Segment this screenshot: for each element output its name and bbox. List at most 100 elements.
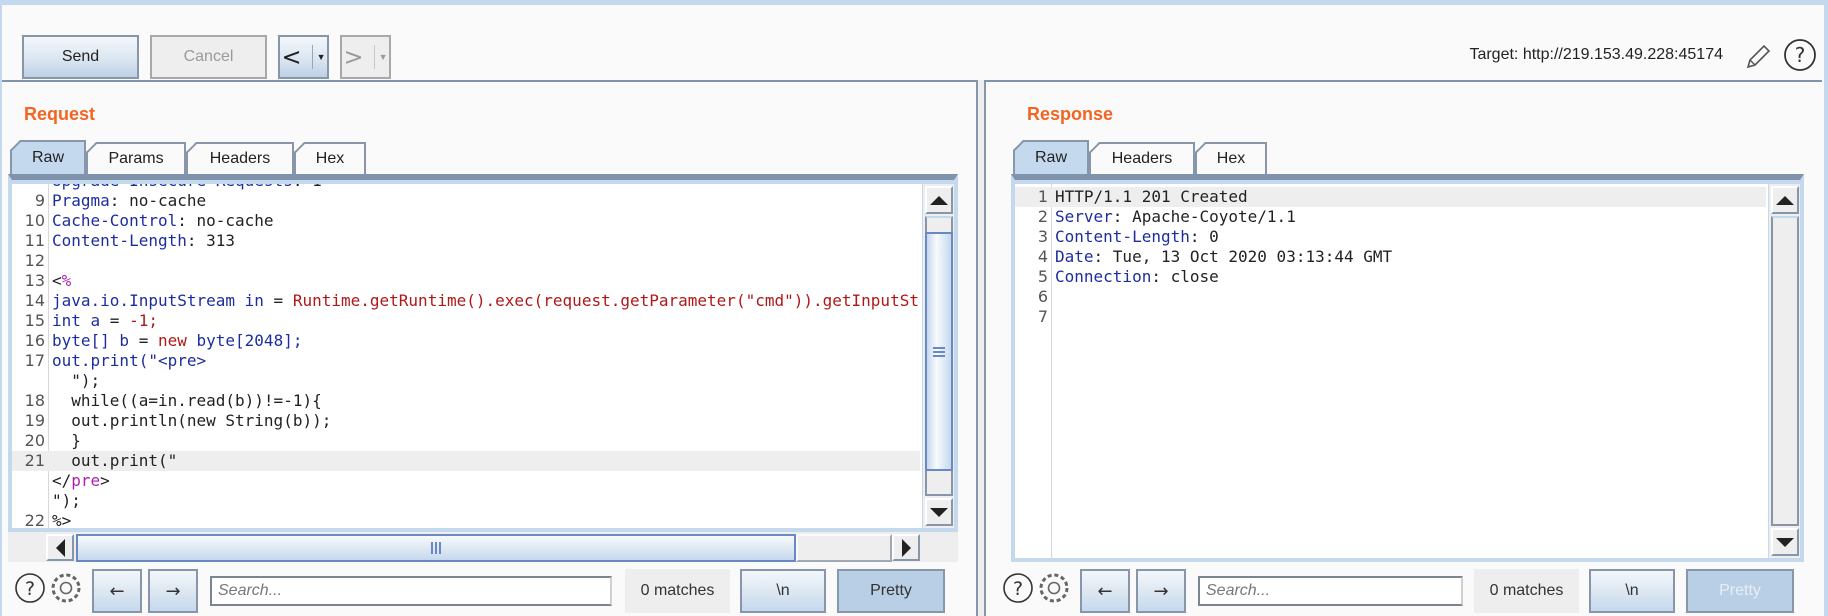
scroll-up-button[interactable]	[925, 186, 953, 214]
dropdown-arrow-icon[interactable]: ▼	[317, 52, 326, 62]
line-number: 10	[24, 211, 45, 230]
scroll-thumb[interactable]	[925, 232, 953, 471]
line-text: Connection: close	[1055, 267, 1219, 286]
search-next-button[interactable]: →	[1136, 569, 1186, 613]
response-text-area[interactable]: 1 HTTP/1.1 201 Created 2 Server: Apache-Coy…	[1015, 184, 1766, 558]
line-number: 22	[24, 511, 45, 528]
tab-params[interactable]: Params	[86, 142, 186, 174]
code-line[interactable]: 21 out.print("	[12, 451, 920, 471]
search-next-button[interactable]: →	[148, 569, 198, 613]
history-back-button[interactable]: < ▼	[278, 35, 329, 79]
help-icon[interactable]: ?	[14, 572, 46, 604]
code-line[interactable]: 9 Pragma: no-cache	[12, 191, 920, 211]
send-button[interactable]: Send	[22, 35, 139, 79]
request-vertical-scrollbar[interactable]	[922, 184, 954, 528]
chevron-right-icon: >	[343, 43, 364, 71]
line-text: Pragma: no-cache	[52, 191, 207, 210]
response-title: Response	[1027, 104, 1114, 124]
arrow-left-icon: ←	[1097, 580, 1113, 602]
code-line[interactable]: 19 out.println(new String(b));	[12, 411, 920, 431]
request-panel: Request Raw Params Headers Hex Upgrade-I…	[2, 80, 978, 616]
scroll-down-button[interactable]	[925, 498, 953, 526]
code-line[interactable]: Upgrade-Insecure-Requests: 1	[12, 184, 920, 191]
pencil-icon[interactable]	[1743, 42, 1773, 72]
scroll-left-button[interactable]	[46, 534, 74, 561]
chevron-left-icon: <	[281, 43, 302, 71]
tab-headers[interactable]: Headers	[186, 142, 294, 174]
code-line[interactable]: 2 Server: Apache-Coyote/1.1	[1015, 207, 1766, 227]
line-number: 7	[1037, 307, 1048, 326]
code-line[interactable]: 1 HTTP/1.1 201 Created	[1015, 187, 1766, 207]
code-line[interactable]: 17 out.print("<pre>	[12, 351, 920, 371]
code-line[interactable]: 20 }	[12, 431, 920, 451]
gear-icon[interactable]	[1038, 572, 1070, 604]
help-icon[interactable]: ?	[1783, 38, 1817, 72]
scroll-down-button[interactable]	[1771, 528, 1799, 556]
line-text: int a = -1;	[52, 311, 158, 330]
search-previous-button[interactable]: ←	[1080, 569, 1130, 613]
scroll-track[interactable]	[796, 534, 892, 562]
code-line[interactable]: 18 while((a=in.read(b))!=-1){	[12, 391, 920, 411]
line-number: 4	[1037, 247, 1048, 266]
scroll-right-button[interactable]	[892, 534, 920, 561]
scroll-track[interactable]	[1771, 216, 1799, 526]
request-editor[interactable]: Upgrade-Insecure-Requests: 1 9 Pragma: no-…	[8, 174, 958, 532]
code-line[interactable]: 15 int a = -1;	[12, 311, 920, 331]
code-line[interactable]: 12	[12, 251, 920, 271]
request-horizontal-scrollbar[interactable]	[8, 532, 958, 562]
history-forward-button[interactable]: > ▼	[340, 35, 391, 79]
code-line[interactable]: ");	[12, 371, 920, 391]
line-number: 11	[24, 231, 45, 250]
code-line[interactable]: 3 Content-Length: 0	[1015, 227, 1766, 247]
arrow-right-icon: →	[165, 580, 181, 602]
code-line[interactable]: 13 <%	[12, 271, 920, 291]
line-number: 2	[1037, 207, 1048, 226]
dropdown-arrow-icon[interactable]: ▼	[379, 52, 388, 62]
tab-headers[interactable]: Headers	[1089, 142, 1195, 174]
line-text: ");	[52, 371, 101, 390]
newline-toggle-button[interactable]: \n	[740, 569, 826, 613]
line-text: out.println(new String(b));	[52, 411, 332, 430]
tab-raw[interactable]: Raw	[1013, 140, 1089, 174]
code-line[interactable]: 22 %>	[12, 511, 920, 528]
code-line[interactable]: 16 byte[] b = new byte[2048];	[12, 331, 920, 351]
code-line[interactable]: ");	[12, 491, 920, 511]
search-input[interactable]	[210, 576, 612, 606]
line-text: Upgrade-Insecure-Requests: 1	[52, 184, 322, 191]
line-number: 21	[24, 451, 45, 470]
code-line[interactable]: 10 Cache-Control: no-cache	[12, 211, 920, 231]
code-line[interactable]: 14 java.io.InputStream in = Runtime.getRu…	[12, 291, 920, 311]
tab-hex[interactable]: Hex	[294, 142, 366, 174]
response-vertical-scrollbar[interactable]	[1768, 184, 1800, 558]
line-text: </pre>	[52, 471, 110, 490]
search-input[interactable]	[1198, 576, 1463, 606]
request-tabs: Raw Params Headers Hex	[10, 140, 366, 174]
arrow-right-icon	[901, 538, 911, 557]
newline-toggle-button[interactable]: \n	[1589, 569, 1675, 613]
request-text-area[interactable]: Upgrade-Insecure-Requests: 1 9 Pragma: no-…	[12, 184, 920, 528]
tab-raw[interactable]: Raw	[10, 140, 86, 174]
arrow-up-icon	[930, 195, 948, 205]
code-line[interactable]: 6	[1015, 287, 1766, 307]
response-editor[interactable]: 1 HTTP/1.1 201 Created 2 Server: Apache-Coy…	[1011, 174, 1804, 562]
code-line[interactable]: 11 Content-Length: 313	[12, 231, 920, 251]
pretty-button[interactable]: Pretty	[837, 569, 945, 613]
tab-hex[interactable]: Hex	[1195, 142, 1267, 174]
line-number: 16	[24, 331, 45, 350]
scroll-thumb[interactable]	[76, 534, 796, 562]
arrow-left-icon: ←	[109, 580, 125, 602]
code-line[interactable]: 5 Connection: close	[1015, 267, 1766, 287]
scroll-up-button[interactable]	[1771, 186, 1799, 214]
code-line[interactable]: 7	[1015, 307, 1766, 327]
svg-text:?: ?	[25, 578, 35, 600]
search-previous-button[interactable]: ←	[92, 569, 142, 613]
code-line[interactable]: 4 Date: Tue, 13 Oct 2020 03:13:44 GMT	[1015, 247, 1766, 267]
gear-icon[interactable]	[50, 572, 82, 604]
line-text: }	[52, 431, 81, 450]
code-line[interactable]: </pre>	[12, 471, 920, 491]
cancel-button[interactable]: Cancel	[150, 35, 267, 79]
target-url-label: Target: http://219.153.49.228:45174	[1469, 46, 1723, 63]
pretty-button[interactable]: Pretty	[1686, 569, 1794, 613]
help-icon[interactable]: ?	[1002, 572, 1034, 604]
svg-text:?: ?	[1013, 578, 1023, 600]
